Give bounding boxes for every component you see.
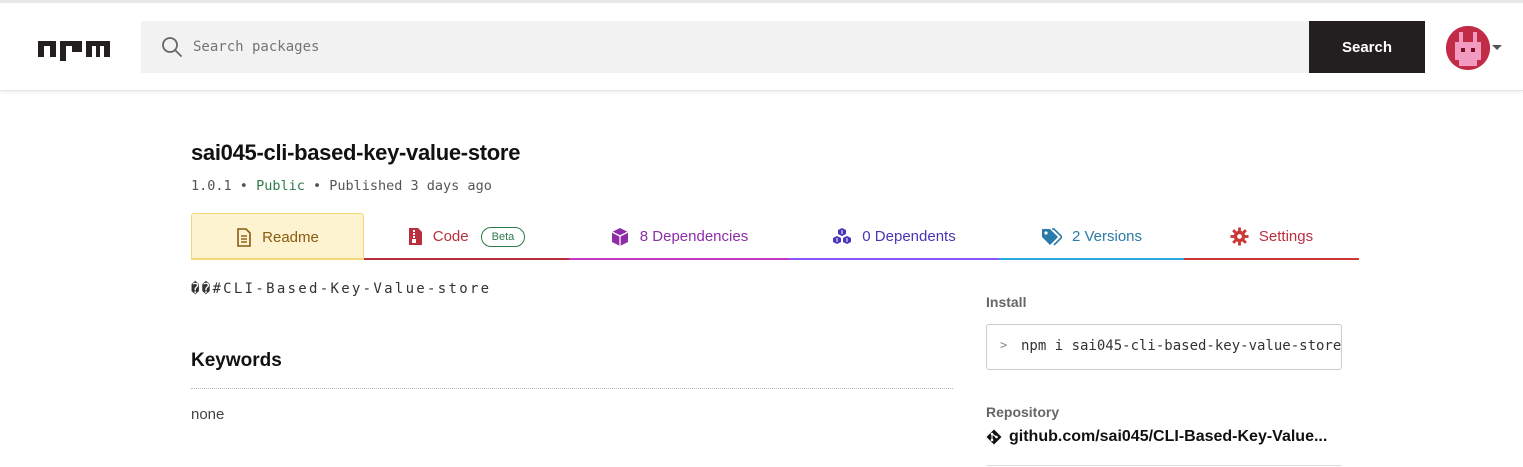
tab-dependencies[interactable]: 8 Dependencies [569,213,789,260]
tab-underline [192,258,363,260]
keywords-divider [191,388,953,389]
git-icon [986,429,1002,445]
install-label: Install [986,294,1027,310]
tab-label: Settings [1258,228,1314,245]
search-button[interactable]: Search [1309,21,1425,73]
gear-icon [1230,227,1249,246]
package-published: Published 3 days ago [329,178,492,194]
tab-code[interactable]: Code Beta [364,213,569,260]
tab-versions[interactable]: 2 Versions [999,213,1184,260]
file-code-icon [408,228,422,245]
tab-label: 8 Dependencies [639,228,749,245]
site-header: Search [0,3,1523,91]
readme-content: ��#CLI-Based-Key-Value-store [191,281,492,297]
avatar-pixel-icon [1446,26,1490,70]
tab-dependents[interactable]: 0 Dependents [789,213,999,260]
tab-readme[interactable]: Readme [191,213,364,260]
package-visibility: Public [256,178,305,194]
user-avatar[interactable] [1446,26,1490,70]
package-meta: 1.0.1 • Public • Published 3 days ago [191,178,492,194]
keywords-heading: Keywords [191,350,282,371]
tab-settings[interactable]: Settings [1184,213,1359,260]
search-bar [141,21,1309,73]
tab-underline [364,258,569,260]
tab-label: Code [432,228,469,245]
install-command-box[interactable]: > npm i sai045-cli-based-key-value-store [986,324,1342,370]
repository-label: Repository [986,404,1060,420]
repository-link[interactable]: github.com/sai045/CLI-Based-Key-Value... [986,428,1327,446]
sidebar-divider [986,465,1342,466]
tab-underline [1184,258,1359,260]
beta-badge: Beta [480,226,526,247]
tags-icon [1041,227,1062,246]
search-icon [162,37,182,57]
tab-underline [789,258,999,260]
meta-separator: • [312,178,322,194]
package-version: 1.0.1 [191,178,232,194]
search-input[interactable] [193,21,1293,73]
document-icon [237,227,251,247]
repository-link-text: github.com/sai045/CLI-Based-Key-Value... [1009,428,1328,445]
npm-logo[interactable] [38,38,110,62]
install-command[interactable]: npm i sai045-cli-based-key-value-store [1021,338,1341,354]
keywords-value: none [191,406,225,423]
tab-label: 0 Dependents [862,228,956,245]
prompt-icon: > [1000,338,1008,352]
avatar-dropdown-icon[interactable] [1492,45,1502,50]
boxes-icon [833,227,852,244]
tab-label: 2 Versions [1071,228,1143,245]
box-icon [611,227,629,246]
tab-label: Readme [262,228,319,246]
tab-underline [569,258,789,260]
package-tabs: Readme Code Beta 8 Dependencies 0 Depend… [191,213,1359,260]
package-title: sai045-cli-based-key-value-store [191,140,521,165]
tab-underline [999,258,1184,260]
meta-separator: • [239,178,248,194]
